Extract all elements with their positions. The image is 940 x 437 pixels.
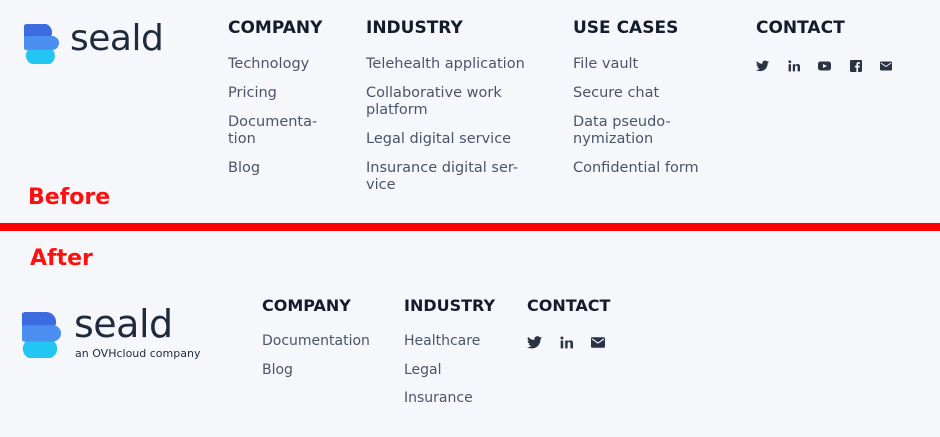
seald-wordmark[interactable]: seald bbox=[70, 18, 164, 59]
footer-link-telehealth[interactable]: Telehealth application bbox=[366, 56, 525, 73]
footer-link-confidential-form[interactable]: Confidential form bbox=[573, 160, 699, 177]
footer-link-data-pseudonymization[interactable]: Data pseudo- nymization bbox=[573, 114, 671, 148]
after-label: After bbox=[30, 246, 93, 271]
email-icon[interactable] bbox=[880, 61, 892, 71]
footer-link-file-vault[interactable]: File vault bbox=[573, 56, 638, 73]
contact-heading: CONTACT bbox=[527, 296, 611, 315]
use-cases-heading: USE CASES bbox=[573, 18, 679, 38]
twitter-icon[interactable] bbox=[527, 336, 542, 349]
brand-tagline: an OVHcloud company bbox=[75, 347, 201, 360]
seald-wordmark[interactable]: seald bbox=[74, 302, 173, 346]
footer-link-blog[interactable]: Blog bbox=[262, 362, 293, 379]
facebook-icon[interactable] bbox=[850, 60, 862, 72]
linkedin-icon[interactable] bbox=[560, 336, 573, 349]
company-heading: COMPANY bbox=[228, 18, 323, 38]
contact-heading: CONTACT bbox=[756, 18, 845, 38]
footer-link-insurance[interactable]: Insurance bbox=[404, 390, 473, 407]
footer-link-legal[interactable]: Legal bbox=[404, 362, 442, 379]
before-label: Before bbox=[28, 185, 111, 210]
industry-heading: INDUSTRY bbox=[366, 18, 463, 38]
footer-link-documentation[interactable]: Documentation bbox=[262, 333, 370, 350]
footer-link-pricing[interactable]: Pricing bbox=[228, 85, 277, 102]
company-heading: COMPANY bbox=[262, 296, 351, 315]
footer-link-healthcare[interactable]: Healthcare bbox=[404, 333, 480, 350]
seald-logo-mark[interactable] bbox=[20, 23, 64, 65]
footer-link-secure-chat[interactable]: Secure chat bbox=[573, 85, 659, 102]
footer-link-insurance-digital[interactable]: Insurance digital ser- vice bbox=[366, 160, 518, 194]
youtube-icon[interactable] bbox=[818, 61, 831, 71]
seald-logo-mark[interactable] bbox=[17, 311, 66, 359]
email-icon[interactable] bbox=[591, 337, 605, 348]
footer-link-technology[interactable]: Technology bbox=[228, 56, 309, 73]
footer-link-blog[interactable]: Blog bbox=[228, 160, 260, 177]
linkedin-icon[interactable] bbox=[788, 60, 800, 72]
twitter-icon[interactable] bbox=[756, 60, 769, 72]
footer-link-legal-digital[interactable]: Legal digital service bbox=[366, 131, 511, 148]
footer-link-documentation[interactable]: Documenta- tion bbox=[228, 114, 317, 148]
comparison-divider bbox=[0, 223, 940, 231]
footer-link-collaborative[interactable]: Collaborative work platform bbox=[366, 85, 502, 119]
industry-heading: INDUSTRY bbox=[404, 296, 496, 315]
